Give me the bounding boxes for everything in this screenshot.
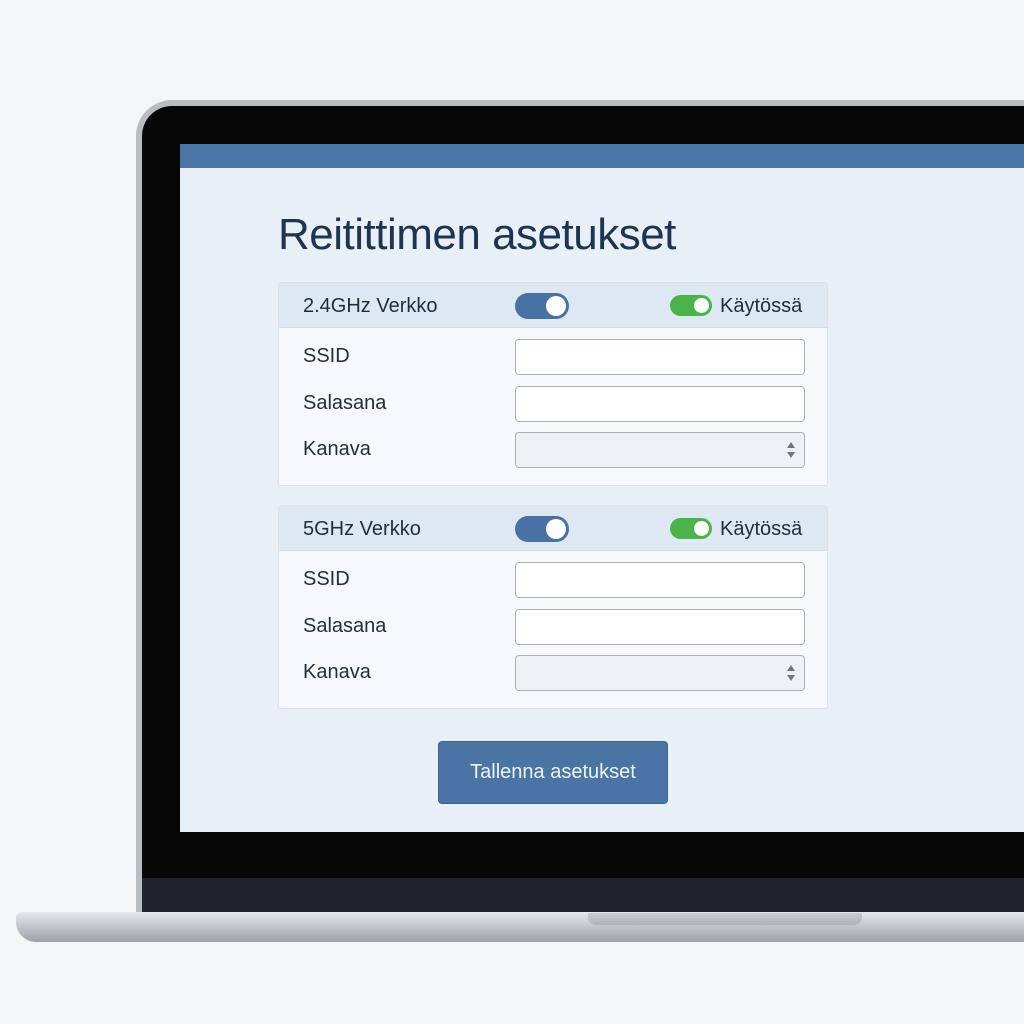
enabled-toggle[interactable] [670, 295, 712, 316]
enabled-toggle[interactable] [670, 518, 712, 539]
password-label: Salasana [303, 615, 387, 637]
network-toggle[interactable] [515, 516, 569, 542]
up-down-arrows-icon [787, 442, 795, 458]
laptop-bezel-bottom [142, 878, 1024, 914]
network-toggle[interactable] [515, 293, 569, 319]
password-label: Salasana [303, 392, 387, 414]
channel-select[interactable] [515, 432, 805, 468]
toggle-knob [546, 519, 566, 539]
channel-select[interactable] [515, 655, 805, 691]
page-title: Reitittimen asetukset [278, 210, 676, 259]
toggle-knob [694, 521, 709, 536]
ssid-input[interactable] [515, 562, 805, 598]
save-settings-button[interactable]: Tallenna asetukset [438, 741, 668, 804]
toggle-knob [694, 298, 709, 313]
laptop-hinge-notch [588, 913, 862, 925]
network-panel-5ghz: 5GHz Verkko Käytössä SSID Salasana Kanav… [278, 505, 828, 709]
toggle-knob [546, 296, 566, 316]
channel-label: Kanava [303, 661, 371, 683]
channel-label: Kanava [303, 438, 371, 460]
network-panel-2-4ghz: 2.4GHz Verkko Käytössä SSID Salasana Kan… [278, 282, 828, 486]
password-input[interactable] [515, 386, 805, 422]
panel-title: 2.4GHz Verkko [303, 295, 438, 317]
status-label: Käytössä [720, 518, 803, 540]
panel-title: 5GHz Verkko [303, 518, 421, 540]
status-label: Käytössä [720, 295, 803, 317]
panel-header: 2.4GHz Verkko Käytössä [279, 283, 827, 328]
router-settings-screen: Reitittimen asetukset 2.4GHz Verkko Käyt… [180, 144, 1024, 832]
panel-header: 5GHz Verkko Käytössä [279, 506, 827, 551]
password-input[interactable] [515, 609, 805, 645]
top-bar [180, 144, 1024, 168]
ssid-label: SSID [303, 345, 350, 367]
ssid-label: SSID [303, 568, 350, 590]
laptop-base [16, 912, 1024, 942]
ssid-input[interactable] [515, 339, 805, 375]
up-down-arrows-icon [787, 665, 795, 681]
